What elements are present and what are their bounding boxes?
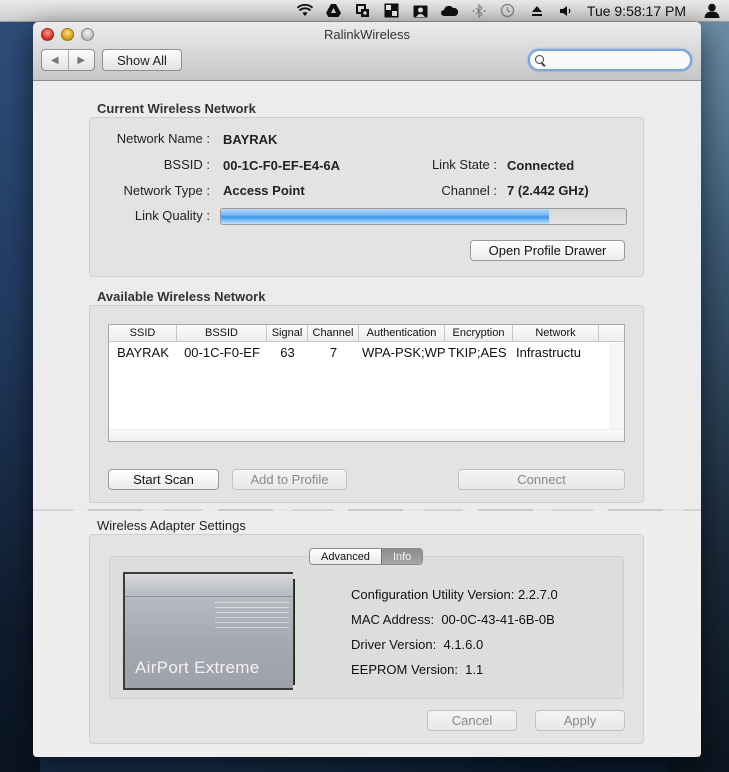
column-header-network[interactable]: Network xyxy=(513,325,599,341)
search-input[interactable] xyxy=(550,53,680,67)
column-header-ssid[interactable]: SSID xyxy=(109,325,177,341)
ralink-wireless-window: RalinkWireless ◀ ▶ Show All Current Wire… xyxy=(33,22,701,757)
adapter-settings-title: Wireless Adapter Settings xyxy=(97,518,246,533)
network-type-label: Network Type : xyxy=(123,183,210,198)
link-quality-fill xyxy=(221,209,550,224)
open-profile-drawer-button[interactable]: Open Profile Drawer xyxy=(470,240,625,261)
link-quality-label: Link Quality : xyxy=(134,208,210,223)
config-utility-version: Configuration Utility Version: 2.2.7.0 xyxy=(351,587,558,602)
eject-icon[interactable] xyxy=(526,0,548,22)
back-forward-control: ◀ ▶ xyxy=(41,49,95,71)
back-arrow-icon: ◀ xyxy=(50,54,59,66)
screen-share-icon[interactable] xyxy=(352,0,374,22)
show-all-button[interactable]: Show All xyxy=(102,49,182,71)
menu-clock[interactable]: Tue 9:58:17 PM xyxy=(587,3,686,19)
table-scrollbar[interactable] xyxy=(609,342,624,441)
volume-icon[interactable] xyxy=(555,0,577,22)
channel-value: 7 (2.442 GHz) xyxy=(507,183,589,198)
display-switch-icon[interactable] xyxy=(381,0,403,22)
channel-label: Channel : xyxy=(441,183,497,198)
network-name-value: BAYRAK xyxy=(223,132,278,147)
column-header-channel[interactable]: Channel xyxy=(308,325,359,341)
config-utility-version-label: Configuration Utility Version: xyxy=(351,587,515,602)
bluetooth-icon[interactable] xyxy=(468,0,490,22)
driver-version-value: 4.1.6.0 xyxy=(443,637,484,652)
cell-signal: 63 xyxy=(280,344,295,360)
link-quality-bar xyxy=(220,208,627,225)
cell-authentication: WPA-PSK;WP/ xyxy=(362,344,445,360)
forward-button[interactable]: ▶ xyxy=(67,50,95,70)
time-machine-icon[interactable] xyxy=(497,0,519,22)
eeprom-version: EEPROM Version: 1.1 xyxy=(351,662,483,677)
card-label: AirPort Extreme xyxy=(135,658,260,677)
user-icon[interactable] xyxy=(701,0,723,22)
add-to-profile-button[interactable]: Add to Profile xyxy=(232,469,347,490)
tab-info[interactable]: Info xyxy=(380,549,423,564)
title-bar: RalinkWireless ◀ ▶ Show All xyxy=(33,22,701,81)
menu-bar: Tue 9:58:17 PM xyxy=(0,0,729,22)
cell-ssid: BAYRAK xyxy=(117,344,169,360)
current-network-title: Current Wireless Network xyxy=(97,101,256,116)
network-type-value: Access Point xyxy=(223,183,305,198)
cell-channel: 7 xyxy=(329,344,338,360)
airport-extreme-card-image: AirPort Extreme xyxy=(123,572,295,690)
table-header: SSID BSSID Signal Channel Authentication… xyxy=(109,325,624,342)
column-header-signal[interactable]: Signal xyxy=(267,325,308,341)
google-drive-icon[interactable] xyxy=(323,0,345,22)
column-header-authentication[interactable]: Authentication xyxy=(359,325,445,341)
adapter-tabs: Advanced Info xyxy=(309,548,424,565)
config-utility-version-value: 2.2.7.0 xyxy=(517,587,558,602)
eeprom-version-label: EEPROM Version: xyxy=(351,662,458,677)
connect-button[interactable]: Connect xyxy=(458,469,625,490)
start-scan-button[interactable]: Start Scan xyxy=(108,469,219,490)
link-state-value: Connected xyxy=(507,158,575,173)
forward-arrow-icon: ▶ xyxy=(77,54,86,66)
eeprom-version-value: 1.1 xyxy=(465,662,484,677)
table-row[interactable]: BAYRAK 00-1C-F0-EF 63 7 WPA-PSK;WP/ TKIP… xyxy=(109,342,624,362)
cloud-icon[interactable] xyxy=(439,0,461,22)
search-icon xyxy=(535,54,546,66)
cell-bssid: 00-1C-F0-EF xyxy=(184,344,260,360)
back-button[interactable]: ◀ xyxy=(42,50,68,70)
table-footer xyxy=(109,429,624,441)
apply-button[interactable]: Apply xyxy=(535,710,625,731)
driver-version-label: Driver Version: xyxy=(351,637,437,652)
wifi-icon[interactable] xyxy=(294,0,316,22)
bssid-label: BSSID : xyxy=(163,157,210,172)
search-field[interactable] xyxy=(528,49,692,71)
section-divider xyxy=(33,509,701,511)
driver-version: Driver Version: 4.1.6.0 xyxy=(351,637,483,652)
column-header-bssid[interactable]: BSSID xyxy=(177,325,267,341)
network-name-label: Network Name : xyxy=(116,131,210,146)
mac-address-label: MAC Address: xyxy=(351,612,435,627)
cell-network: Infrastructu xyxy=(516,344,582,360)
bssid-value: 00-1C-F0-EF-E4-6A xyxy=(223,158,341,173)
profile-card-icon[interactable] xyxy=(410,0,432,22)
window-title: RalinkWireless xyxy=(324,27,410,42)
link-state-label: Link State : xyxy=(431,157,497,172)
mac-address: MAC Address: 00-0C-43-41-6B-0B xyxy=(351,612,555,627)
card-fineprint xyxy=(215,602,289,632)
tab-advanced[interactable]: Advanced xyxy=(310,549,381,564)
available-networks-title: Available Wireless Network xyxy=(97,289,266,304)
cell-encryption: TKIP;AES xyxy=(448,344,507,360)
cancel-button[interactable]: Cancel xyxy=(427,710,517,731)
card-body: AirPort Extreme xyxy=(123,572,293,690)
column-header-encryption[interactable]: Encryption xyxy=(445,325,513,341)
mac-address-value: 00-0C-43-41-6B-0B xyxy=(441,612,555,627)
networks-table: SSID BSSID Signal Channel Authentication… xyxy=(108,324,625,442)
